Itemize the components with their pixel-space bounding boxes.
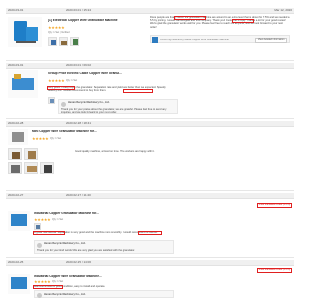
review-body-text: Done people are finally return the granu…	[150, 16, 290, 29]
review-body: Done people are finally return the granu…	[150, 16, 290, 33]
review-header-bar: 2020-02-27 2020.02.27 / 11:20	[6, 193, 294, 199]
supplier-reply: Henan Recycle Machinery Co., Ltd. Thank …	[58, 99, 178, 114]
product-image[interactable]	[8, 274, 30, 294]
review-photo-thumbnail[interactable]	[34, 223, 41, 230]
review-timestamp: 2020.02.28 / 18:41	[66, 121, 92, 126]
supplier-name[interactable]: Henan Recycle Machinery Co., Ltd.	[68, 101, 110, 105]
review-timestamp: 2020.03.01 / 09:02	[66, 63, 92, 68]
supplier-reply-text: Thank you for your praise about the gran…	[61, 108, 167, 114]
review-date: 2020-02-25	[8, 260, 24, 265]
review-header-bar: 2020-02-28 2020.02.28 / 18:41	[6, 121, 294, 127]
review-photo-thumbnail[interactable]	[48, 97, 55, 104]
supplier-reply: Henan Recycle Machinery Co., Ltd.	[34, 290, 174, 298]
related-product-image	[152, 37, 158, 43]
product-image[interactable]	[8, 70, 38, 98]
review-photo-thumbnail[interactable]	[24, 148, 38, 160]
review-date: 2020-03-01	[8, 63, 24, 68]
supplier-avatar	[61, 101, 66, 107]
machine-image-graphic	[14, 74, 21, 79]
supplier-name[interactable]: Henan Recycle Machinery Co., Ltd.	[44, 293, 86, 297]
review-header-bar: 2020-02-25 2020.02.25 / 14:06	[6, 260, 294, 266]
highlight-box	[33, 284, 63, 289]
review-meta: Qty: 1 Set	[66, 78, 78, 82]
review-date: 2020-02-27	[8, 193, 24, 198]
machine-image-graphic	[12, 132, 24, 142]
review-body: Good quality machine, arrived on time. T…	[75, 150, 155, 153]
product-title[interactable]: Mini Copper Wire Granulator Machine for.…	[32, 130, 132, 134]
supplier-avatar	[37, 292, 42, 298]
divider	[6, 60, 294, 61]
related-product-card[interactable]: China High Efficiency Waste Copper Wire …	[150, 35, 290, 44]
product-title[interactable]: [1] Electrical Copper Wire Granulator Ma…	[48, 19, 123, 23]
translated-review-badge[interactable]: Show translated review (1 of 4)	[256, 203, 292, 208]
review-date-right: Mar 12, 2020	[274, 8, 292, 13]
highlight-box	[174, 15, 206, 20]
divider	[6, 118, 294, 119]
review-meta: Qty: 1 Set | Verified	[48, 31, 70, 34]
review-photo-gallery	[8, 148, 68, 186]
highlight-box	[123, 88, 153, 93]
product-title[interactable]: Group Price Electric Cable Copper Wire G…	[48, 72, 143, 76]
translated-review-badge[interactable]: Show translated review (1 of 4)	[256, 268, 292, 273]
product-image[interactable]	[8, 17, 42, 47]
review-meta: Qty: 1 Set	[52, 217, 64, 221]
review-photo-thumbnail[interactable]	[8, 162, 22, 174]
review-photo-thumbnail[interactable]	[8, 148, 22, 160]
review-timestamp: 2020.02.25 / 14:06	[66, 260, 92, 265]
product-title[interactable]: Industrial Copper Granulator Machine for…	[34, 212, 134, 216]
divider	[6, 257, 294, 258]
machine-image-graphic	[26, 27, 38, 41]
review-meta: Qty: 1 Set	[52, 279, 64, 283]
review-header-bar: 2020-03-01 2020.03.01 / 15:24 Mar 12, 20…	[6, 8, 294, 14]
rating-stars: ★★★★★	[32, 136, 49, 141]
supplier-reply-text: Thank you for your kind words! We are ve…	[37, 249, 135, 252]
review-photo-thumbnail[interactable]	[48, 37, 57, 46]
review-date: 2020-03-01	[8, 8, 24, 13]
machine-image-graphic	[11, 214, 27, 226]
review-timestamp: 2020.02.27 / 11:20	[66, 193, 91, 198]
review-photo-thumbnail[interactable]	[70, 37, 79, 46]
machine-base-graphic	[16, 41, 36, 43]
review-photo-thumbnail[interactable]	[40, 162, 54, 174]
rating-stars: ★★★★★	[48, 78, 65, 83]
machine-image-graphic	[11, 277, 27, 289]
supplier-avatar	[37, 242, 42, 248]
review-header-bar: 2020-03-01 2020.03.01 / 09:02	[6, 63, 294, 69]
machine-image-graphic	[12, 78, 34, 90]
supplier-name[interactable]: Henan Recycle Machinery Co., Ltd.	[44, 242, 86, 246]
supplier-reply: Henan Recycle Machinery Co., Ltd. Thank …	[34, 240, 174, 254]
highlight-box	[33, 230, 65, 235]
review-photo-thumbnail[interactable]	[59, 37, 68, 46]
review-timestamp: 2020.03.01 / 15:24	[66, 8, 92, 13]
review-meta: Qty: 1 Set	[50, 136, 62, 140]
product-image[interactable]	[8, 129, 28, 145]
rating-stars: ★★★★★	[34, 217, 51, 222]
divider	[6, 190, 294, 191]
highlight-box	[47, 85, 75, 90]
review-photo-thumbnail[interactable]	[24, 162, 38, 174]
view-details-button[interactable]: View detailed information	[255, 37, 287, 44]
highlight-box	[232, 18, 254, 23]
review-date: 2020-02-28	[8, 121, 24, 126]
highlight-box	[138, 230, 162, 235]
product-image[interactable]	[8, 211, 30, 231]
related-product-link[interactable]: China High Efficiency Waste Copper Wire …	[160, 39, 240, 42]
rating-stars: ★★★★★	[48, 25, 65, 30]
